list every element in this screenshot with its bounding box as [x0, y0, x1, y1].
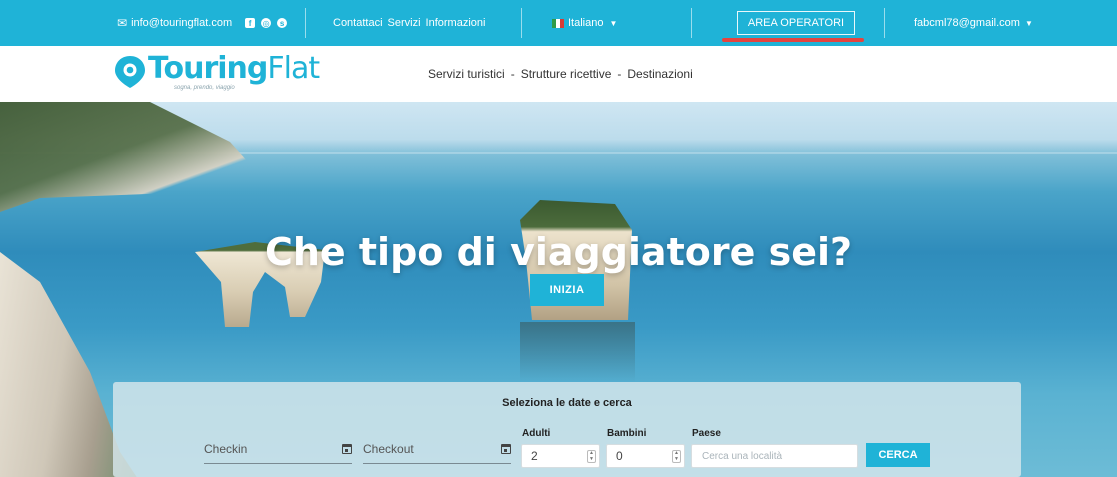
rock-reflection	[520, 322, 635, 382]
italy-flag-icon	[552, 18, 564, 28]
logo[interactable]: TouringFlat sogna, prendo, viaggio	[114, 52, 320, 96]
calendar-icon[interactable]	[501, 444, 511, 454]
logo-tagline: sogna, prendo, viaggio	[174, 85, 235, 91]
nav-servizi-turistici[interactable]: Servizi turistici	[428, 67, 505, 81]
nav-separator: -	[510, 67, 515, 81]
site-header: TouringFlat sogna, prendo, viaggio Servi…	[0, 46, 1117, 102]
adulti-stepper[interactable]: 2 ▲ ▼	[521, 444, 600, 468]
nav-separator: -	[617, 67, 622, 81]
search-title: Seleziona le date e cerca	[502, 397, 632, 409]
language-selector[interactable]: Italiano ▼	[552, 0, 617, 46]
mail-icon: ✉	[117, 16, 128, 30]
calendar-icon[interactable]	[342, 444, 352, 454]
skype-icon[interactable]: s	[277, 18, 288, 28]
paese-label: Paese	[692, 428, 721, 439]
adulti-value: 2	[531, 449, 538, 463]
social-icons: f ◎ s	[245, 18, 288, 28]
bambini-value: 0	[616, 449, 623, 463]
user-email: fabcml78@gmail.com	[914, 17, 1020, 29]
topbar-divider	[521, 8, 522, 38]
topbar-links: Contattaci Servizi Informazioni	[333, 0, 485, 46]
caret-down-icon: ▼	[609, 18, 618, 28]
hero-banner: Che tipo di viaggiatore sei? INIZIA Sele…	[0, 102, 1117, 477]
contact-email-link[interactable]: info@touringflat.com	[131, 17, 232, 29]
nav-destinazioni[interactable]: Destinazioni	[627, 67, 692, 81]
paese-search-input[interactable]	[691, 444, 858, 468]
topbar-link-contattaci[interactable]: Contattaci	[333, 17, 383, 29]
language-label: Italiano	[568, 17, 604, 29]
bambini-stepper[interactable]: 0 ▲ ▼	[606, 444, 685, 468]
checkin-field[interactable]: Checkin	[204, 442, 352, 464]
adulti-label: Adulti	[522, 428, 551, 439]
area-operatori-highlight	[722, 38, 864, 42]
topbar-divider	[305, 8, 306, 38]
instagram-icon[interactable]: ◎	[261, 18, 272, 28]
logo-wordmark: TouringFlat	[148, 51, 320, 86]
checkout-label: Checkout	[363, 442, 414, 456]
caret-down-icon: ▼	[1024, 18, 1033, 28]
stepper-arrows-icon[interactable]: ▲ ▼	[672, 450, 681, 463]
nav-strutture-ricettive[interactable]: Strutture ricettive	[521, 67, 612, 81]
topbar-link-servizi[interactable]: Servizi	[388, 17, 421, 29]
top-bar: ✉ info@touringflat.com f ◎ s Contattaci …	[0, 0, 1117, 46]
topbar-divider	[884, 8, 885, 38]
topbar-divider	[691, 8, 692, 38]
main-nav: Servizi turistici - Strutture ricettive …	[428, 46, 693, 102]
stepper-arrows-icon[interactable]: ▲ ▼	[587, 450, 596, 463]
topbar-link-informazioni[interactable]: Informazioni	[426, 17, 486, 29]
area-operatori-button[interactable]: AREA OPERATORI	[737, 11, 855, 35]
facebook-icon[interactable]: f	[245, 18, 256, 28]
checkin-label: Checkin	[204, 442, 248, 456]
checkout-field[interactable]: Checkout	[363, 442, 511, 464]
search-panel: Seleziona le date e cerca Checkin Checko…	[113, 382, 1021, 477]
user-menu[interactable]: fabcml78@gmail.com ▼	[914, 0, 1033, 46]
coastline-image	[0, 102, 250, 212]
bambini-label: Bambini	[607, 428, 647, 439]
location-pin-icon	[115, 56, 145, 88]
cerca-button[interactable]: CERCA	[866, 443, 930, 467]
hero-title: Che tipo di viaggiatore sei?	[264, 230, 853, 274]
contact-email-group: ✉ info@touringflat.com f ◎ s	[117, 0, 288, 46]
inizia-button[interactable]: INIZIA	[530, 274, 604, 306]
